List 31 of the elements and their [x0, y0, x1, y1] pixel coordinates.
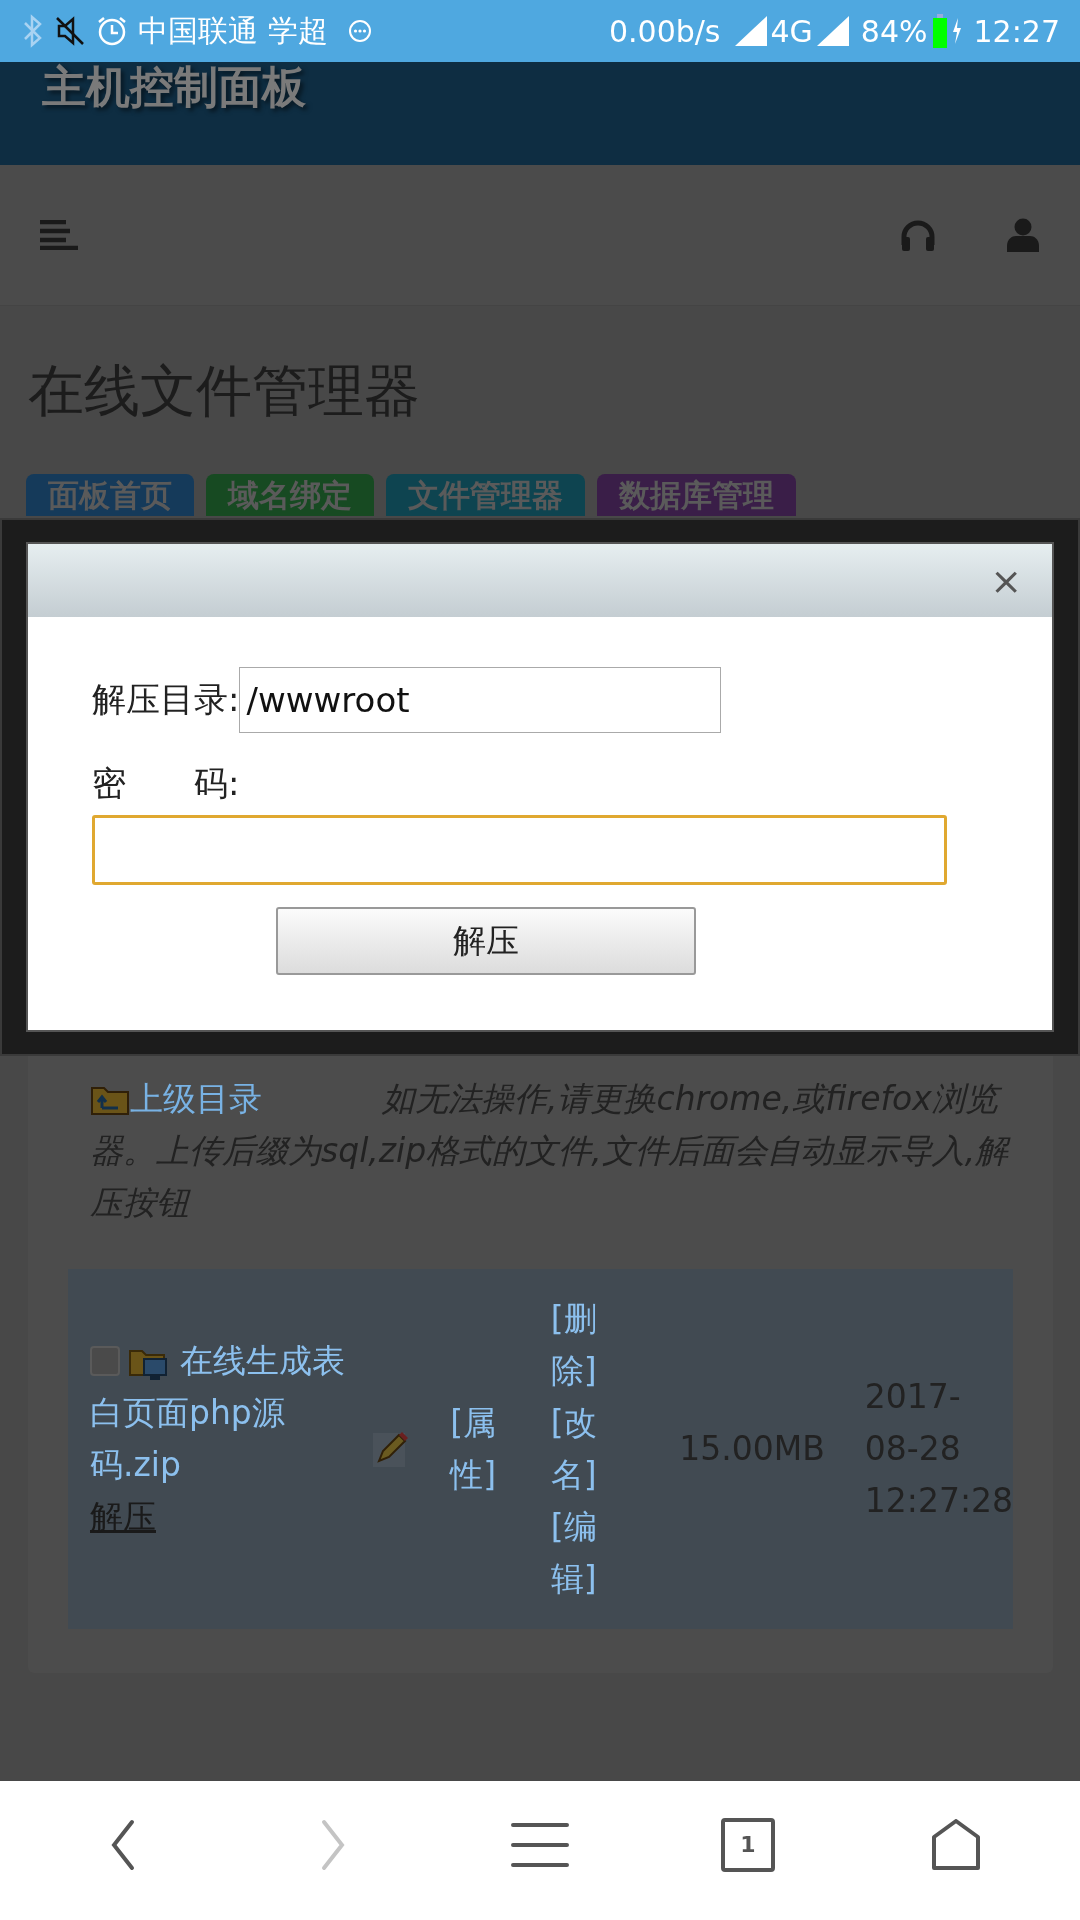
signal-icon — [734, 16, 767, 46]
clock-time: 12:27 — [973, 13, 1060, 49]
menu-icon[interactable] — [511, 1821, 569, 1868]
directory-field[interactable]: /wwwroot — [239, 667, 722, 733]
panel-title: 主机控制面板 — [42, 62, 306, 114]
bluetooth-icon — [22, 14, 44, 48]
field-label: 解压目录: — [92, 678, 240, 721]
file-checkbox[interactable] — [90, 1346, 120, 1376]
signal-icon — [816, 16, 849, 46]
file-action-link[interactable]: [删除] — [550, 1293, 622, 1397]
file-action-link[interactable]: [改名] — [550, 1397, 622, 1501]
home-icon[interactable] — [931, 1818, 981, 1871]
network-speed: 0.00b/s — [608, 13, 721, 49]
tabs-button[interactable]: 1 — [721, 1817, 775, 1872]
alarm-icon — [96, 15, 128, 47]
user-icon[interactable] — [1006, 218, 1040, 252]
carrier-name: 中国联通 学超 — [138, 11, 328, 50]
file-action-link[interactable]: [编辑] — [550, 1501, 622, 1605]
properties-link[interactable]: [属性] — [450, 1397, 521, 1501]
mute-icon — [54, 15, 86, 47]
network-type: 4G — [770, 13, 813, 49]
password-field[interactable] — [92, 815, 947, 885]
parent-directory-link[interactable]: 上级目录 — [130, 1079, 262, 1118]
field-label: 密 码: — [92, 762, 240, 805]
battery-charging-icon — [931, 14, 964, 48]
battery-percent: 84% — [860, 13, 928, 49]
more-icon — [347, 19, 372, 43]
close-button[interactable]: × — [986, 560, 1026, 601]
file-name-link[interactable]: 在线生成表白页面php源码.zip — [90, 1335, 353, 1491]
extract-button[interactable]: 解压 — [276, 907, 696, 975]
headset-icon[interactable] — [900, 219, 936, 251]
